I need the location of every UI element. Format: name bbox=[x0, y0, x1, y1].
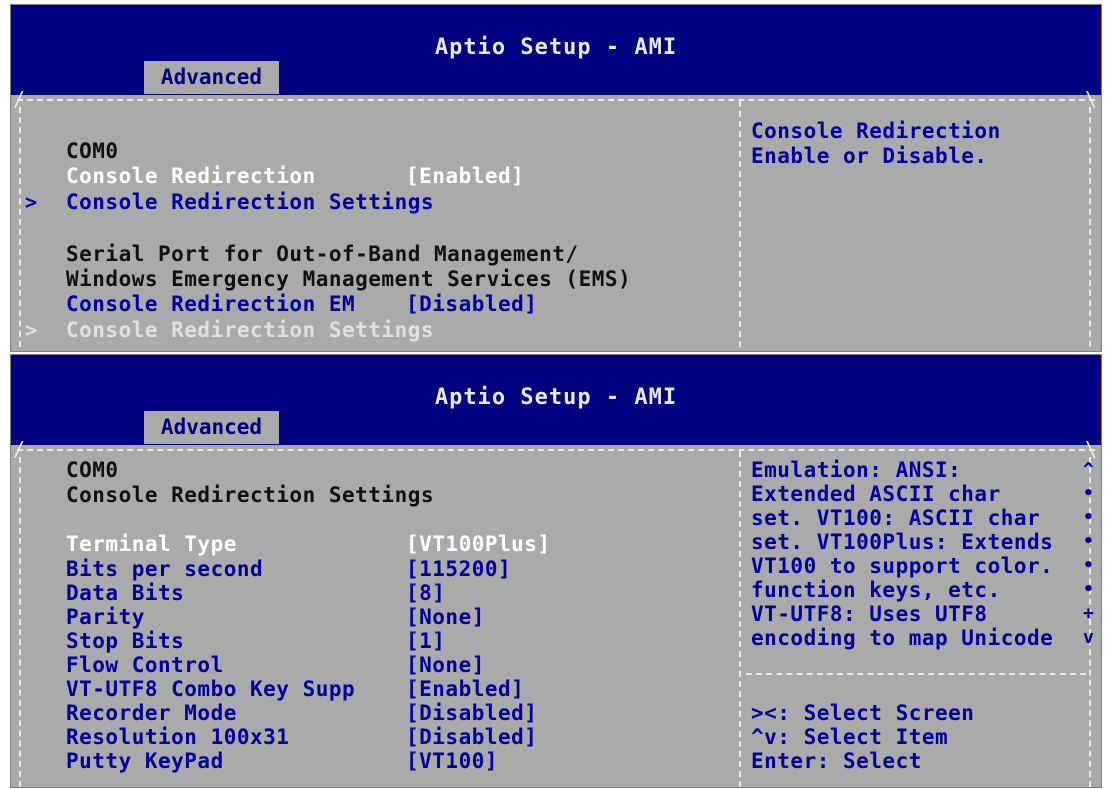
em-console-redirection-settings-link[interactable]: Console Redirection Settings bbox=[66, 318, 434, 342]
frame-top-border bbox=[17, 449, 1095, 451]
tab-advanced[interactable]: Advanced bbox=[144, 411, 279, 444]
setting-value[interactable]: [Disabled] bbox=[406, 725, 537, 749]
scroll-mark-icon: • bbox=[1083, 579, 1094, 600]
serial-port-text-2: Windows Emergency Management Services (E… bbox=[66, 267, 632, 291]
setup-title: Aptio Setup - AMI bbox=[434, 35, 678, 60]
setting-label: Data Bits bbox=[66, 581, 185, 605]
help-text-line: encoding to map Unicode bbox=[751, 626, 1054, 650]
setup-body: / \ COM0 Console Redirection Settings Te… bbox=[11, 439, 1101, 787]
help-text-line: VT-UTF8: Uses UTF8 bbox=[751, 602, 988, 626]
console-redirection-em-value[interactable]: [Disabled] bbox=[406, 292, 537, 316]
scroll-mark-icon: • bbox=[1083, 555, 1094, 576]
setup-body: / \ COM0 Console Redirection [Enabled] >… bbox=[11, 89, 1101, 351]
help-text-line: Extended ASCII char bbox=[751, 482, 1001, 506]
setting-label: Putty KeyPad bbox=[66, 749, 224, 773]
help-text-line: Enable or Disable. bbox=[751, 144, 988, 168]
scroll-thumb-icon[interactable]: + bbox=[1083, 602, 1094, 626]
setup-title: Aptio Setup - AMI bbox=[434, 385, 678, 410]
header-bar: Aptio Setup - AMI Advanced bbox=[11, 5, 1101, 95]
scroll-mark-icon: • bbox=[1083, 531, 1094, 552]
setting-label: Stop Bits bbox=[66, 629, 185, 653]
tab-advanced[interactable]: Advanced bbox=[144, 61, 279, 94]
console-redirection-em-label: Console Redirection EM bbox=[66, 292, 356, 316]
scroll-mark-icon: • bbox=[1083, 483, 1094, 504]
help-text-line: function keys, etc. bbox=[751, 578, 1001, 602]
setting-label: Terminal Type bbox=[66, 532, 237, 556]
help-text-line: Emulation: ANSI: bbox=[751, 458, 962, 482]
setting-value[interactable]: [None] bbox=[406, 653, 485, 677]
bios-screen-top: Aptio Setup - AMI Advanced / \ COM0 Cons… bbox=[10, 4, 1102, 352]
console-redirection-settings-link[interactable]: Console Redirection Settings bbox=[66, 190, 434, 214]
setting-label: Flow Control bbox=[66, 653, 224, 677]
key-hint: ^v: Select Item bbox=[751, 725, 949, 749]
bios-screen-bottom: Aptio Setup - AMI Advanced / \ COM0 Cons… bbox=[10, 354, 1102, 788]
header-bar: Aptio Setup - AMI Advanced bbox=[11, 355, 1101, 445]
help-text-line: VT100 to support color. bbox=[751, 554, 1054, 578]
submenu-title: Console Redirection Settings bbox=[66, 483, 435, 507]
help-separator bbox=[746, 673, 1086, 675]
frame-left-border bbox=[19, 107, 21, 351]
console-redirection-value[interactable]: [Enabled] bbox=[406, 164, 524, 188]
setting-value[interactable]: [8] bbox=[406, 581, 445, 605]
frame-right-border bbox=[1089, 107, 1091, 351]
frame-corner-right: \ bbox=[1085, 437, 1098, 461]
frame-divider bbox=[739, 451, 741, 787]
frame-top-border bbox=[17, 99, 1095, 101]
setting-value[interactable]: [None] bbox=[406, 605, 485, 629]
setting-label: Bits per second bbox=[66, 557, 264, 581]
key-hint: ><: Select Screen bbox=[751, 701, 975, 725]
console-redirection-label: Console Redirection bbox=[66, 164, 316, 188]
scroll-up-icon[interactable]: ^ bbox=[1083, 458, 1094, 482]
frame-left-border bbox=[19, 457, 21, 787]
help-text-line: set. VT100Plus: Extends bbox=[751, 530, 1054, 554]
frame-corner-right: \ bbox=[1085, 87, 1098, 111]
setting-value[interactable]: [VT100Plus] bbox=[406, 532, 551, 556]
submenu-arrow-icon: > bbox=[25, 318, 38, 342]
setting-value[interactable]: [1] bbox=[406, 629, 445, 653]
setting-label: Resolution 100x31 bbox=[66, 725, 290, 749]
help-text-line: Console Redirection bbox=[751, 119, 1001, 143]
com-header: COM0 bbox=[66, 139, 119, 163]
scroll-down-icon[interactable]: v bbox=[1083, 626, 1094, 650]
com-header: COM0 bbox=[66, 458, 119, 482]
setting-label: VT-UTF8 Combo Key Supp bbox=[66, 677, 356, 701]
serial-port-text-1: Serial Port for Out-of-Band Management/ bbox=[66, 242, 579, 266]
frame-corner-left: / bbox=[13, 87, 26, 111]
setting-label: Recorder Mode bbox=[66, 701, 237, 725]
help-text-line: set. VT100: ASCII char bbox=[751, 506, 1041, 530]
submenu-arrow-icon: > bbox=[25, 190, 38, 214]
setting-label: Parity bbox=[66, 605, 145, 629]
frame-corner-left: / bbox=[13, 437, 26, 461]
setting-value[interactable]: [VT100] bbox=[406, 749, 498, 773]
key-hint: Enter: Select bbox=[751, 749, 922, 773]
setting-value[interactable]: [115200] bbox=[406, 557, 511, 581]
setting-value[interactable]: [Disabled] bbox=[406, 701, 537, 725]
frame-divider bbox=[739, 101, 741, 351]
scroll-mark-icon: • bbox=[1083, 507, 1094, 528]
setting-value[interactable]: [Enabled] bbox=[406, 677, 524, 701]
